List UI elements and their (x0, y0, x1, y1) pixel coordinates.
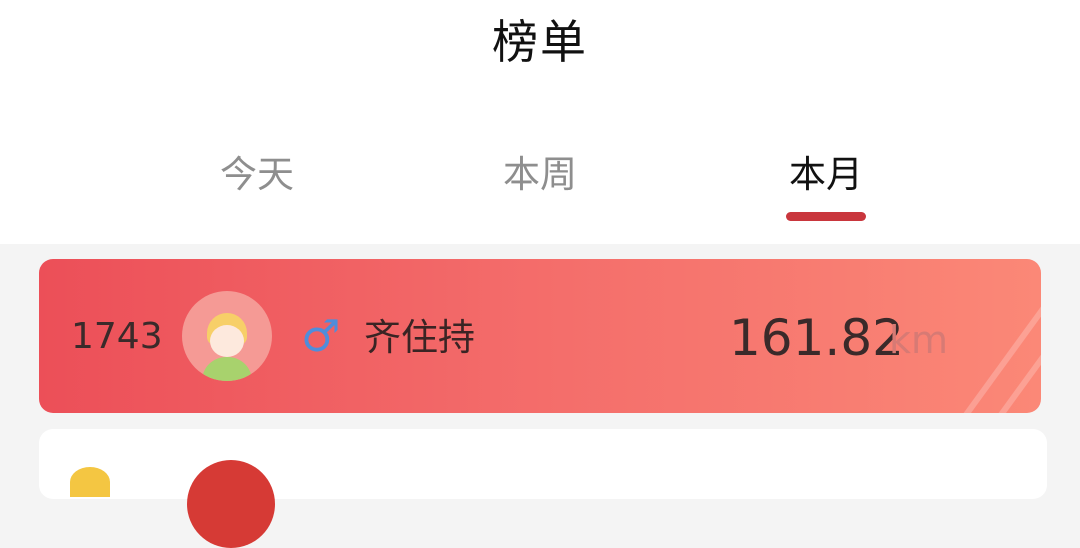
avatar[interactable] (182, 291, 272, 381)
distance-value: 161.82 (729, 309, 904, 367)
male-icon: ♂ (301, 311, 341, 362)
avatar[interactable] (187, 460, 275, 548)
current-user-rank-card[interactable]: 1743 ♂ 齐住持 161.82 km (39, 259, 1041, 413)
medal-icon (70, 467, 110, 497)
tab-this-week[interactable]: 本周 (440, 150, 640, 200)
avatar-face (210, 325, 244, 357)
tab-today[interactable]: 今天 (157, 150, 357, 200)
avatar-body (202, 357, 252, 381)
header: 榜单 今天 本周 本月 (0, 0, 1080, 244)
user-name: 齐住持 (364, 316, 475, 359)
decorative-stripe (959, 288, 1041, 413)
page-title: 榜单 (492, 15, 588, 69)
distance-unit: km (889, 318, 949, 362)
rank-number: 1743 (71, 316, 163, 357)
tab-this-month[interactable]: 本月 (726, 150, 926, 200)
active-tab-indicator (786, 212, 866, 221)
